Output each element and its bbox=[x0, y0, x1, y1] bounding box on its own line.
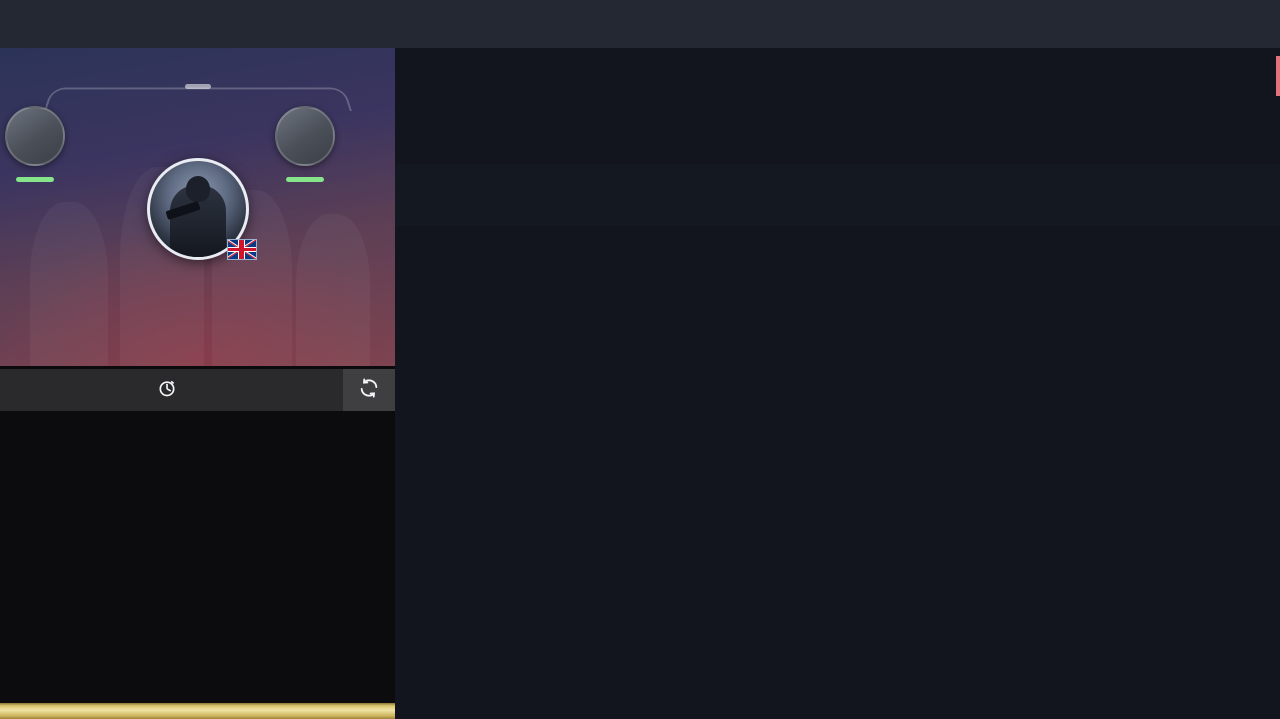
gold-accent-bar bbox=[0, 703, 395, 719]
disable-second-screen-button[interactable] bbox=[1276, 56, 1280, 96]
left-sidebar bbox=[0, 48, 395, 719]
rank-unknown-icon bbox=[275, 106, 335, 166]
current-rank-block bbox=[0, 106, 110, 182]
rank-unknown-icon bbox=[5, 106, 65, 166]
main-content bbox=[395, 48, 1280, 719]
avatar-wrapper bbox=[146, 158, 257, 260]
background-silhouette bbox=[30, 202, 108, 366]
stats-update-text-group bbox=[0, 378, 343, 402]
player-profile-card bbox=[0, 48, 395, 366]
matchup-title-block bbox=[414, 194, 566, 197]
peak-rank-block bbox=[230, 106, 380, 182]
bracket-tab bbox=[184, 84, 211, 89]
stats-update-bar bbox=[0, 369, 395, 411]
matchup-summary-row bbox=[395, 164, 1280, 226]
current-rank-bar bbox=[16, 177, 54, 182]
table-header bbox=[395, 104, 1280, 164]
top-navigation bbox=[0, 0, 1280, 48]
peak-rank-bar bbox=[286, 177, 324, 182]
uk-flag-icon bbox=[226, 239, 257, 260]
refresh-button[interactable] bbox=[343, 369, 395, 411]
trn-logo-panel bbox=[0, 411, 395, 719]
refresh-icon bbox=[358, 377, 380, 404]
timer-icon bbox=[157, 378, 177, 402]
background-silhouette bbox=[296, 214, 370, 366]
sub-navigation bbox=[395, 48, 1280, 104]
